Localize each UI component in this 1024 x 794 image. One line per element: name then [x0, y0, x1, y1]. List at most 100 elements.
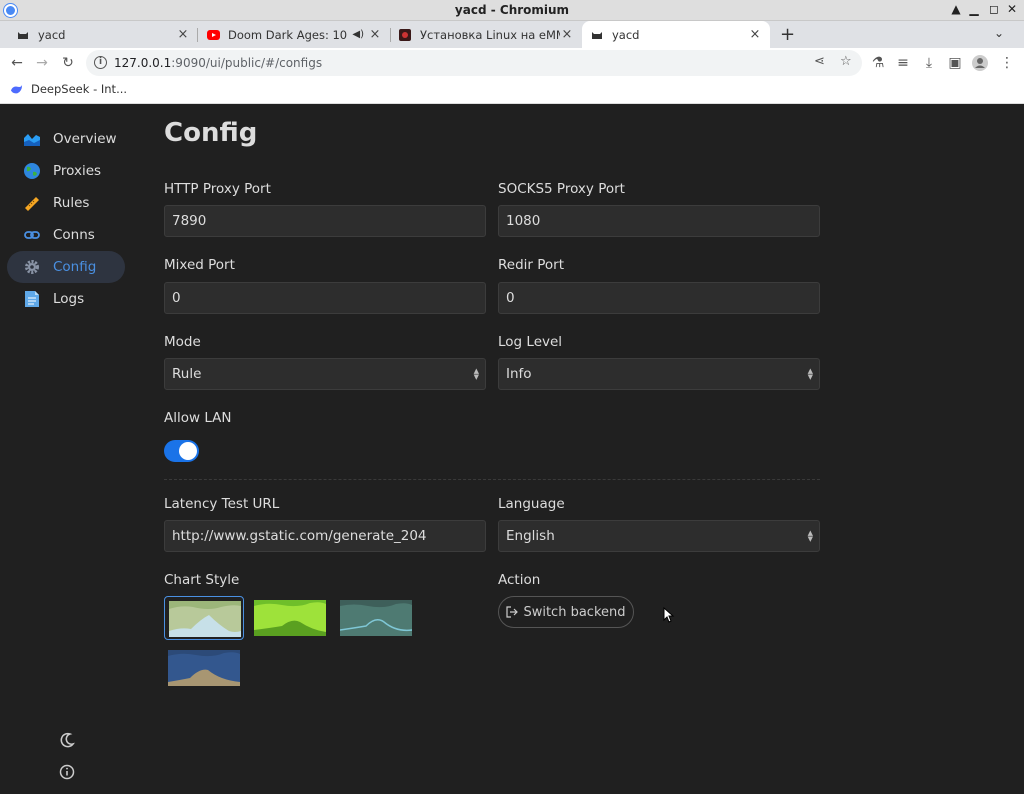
share-icon[interactable]: ⋖ [814, 54, 825, 69]
log-level-label: Log Level [498, 334, 563, 350]
mode-label: Mode [164, 334, 201, 350]
sidebar-item-label: Overview [53, 131, 117, 147]
select-updown-icon: ▲ ▼ [473, 367, 479, 381]
window-titlebar: yacd - Chromium ▲ ▁ ◻ ✕ [0, 0, 1024, 21]
sidebar-item-label: Config [53, 259, 97, 275]
sidebar-item-label: Conns [53, 227, 95, 243]
moon-theme-icon[interactable] [58, 731, 76, 749]
socks5-port-input[interactable]: 1080 [498, 205, 820, 237]
ruler-icon [23, 194, 41, 212]
bookmark-label: DeepSeek - Int... [31, 82, 128, 96]
mouse-cursor-icon [663, 607, 675, 623]
action-label: Action [498, 572, 541, 588]
chart-style-preview-icon [168, 650, 240, 686]
reload-icon[interactable]: ↻ [58, 53, 78, 73]
chart-style-preview-icon [169, 601, 241, 637]
side-panel-icon[interactable]: ▣ [945, 53, 965, 73]
logout-arrow-icon [506, 606, 519, 618]
http-port-label: HTTP Proxy Port [164, 181, 271, 197]
tab-label: Doom Dark Ages: 10 Th [228, 27, 348, 42]
sidebar-item-proxies[interactable]: Proxies [7, 155, 125, 187]
tab-doom[interactable]: Doom Dark Ages: 10 Th ◀) × [200, 21, 388, 48]
tab-linux-emmc[interactable]: Установка Linux на eMMC × [392, 21, 580, 48]
cat-favicon-icon [16, 28, 30, 42]
tab-separator [197, 28, 198, 42]
address-bar[interactable]: i 127.0.0.1:9090/ui/public/#/configs ⋖ ☆ [86, 50, 862, 76]
sidebar-item-config[interactable]: Config [7, 251, 125, 283]
audio-playing-icon[interactable]: ◀) [352, 29, 364, 40]
tab-search-chevron-icon[interactable]: ⌄ [994, 26, 1004, 40]
profile-avatar-icon[interactable] [970, 53, 990, 73]
section-divider [164, 479, 820, 480]
new-tab-icon[interactable]: + [780, 24, 795, 45]
download-icon[interactable]: ⤓ [919, 53, 939, 73]
tab-close-icon[interactable]: × [176, 27, 190, 42]
sidebar-item-conns[interactable]: Conns [7, 219, 125, 251]
window-close-icon[interactable]: ✕ [1004, 2, 1020, 16]
bookmark-star-icon[interactable]: ☆ [840, 54, 852, 69]
mixed-port-label: Mixed Port [164, 257, 235, 273]
tab-close-icon[interactable]: × [560, 27, 574, 42]
media-queue-icon[interactable]: ≡ [893, 53, 913, 73]
sidebar-item-label: Rules [53, 195, 90, 211]
tab-close-icon[interactable]: × [748, 27, 762, 42]
select-updown-icon: ▲ ▼ [807, 367, 813, 381]
chart-style-option-3[interactable] [336, 596, 416, 640]
allow-lan-label: Allow LAN [164, 410, 232, 426]
window-maximize-up-icon[interactable]: ▲ [948, 2, 964, 16]
language-select[interactable]: English ▲ ▼ [498, 520, 820, 552]
tab-strip: yacd × Doom Dark Ages: 10 Th ◀) × Устано… [0, 21, 1024, 48]
site-info-icon[interactable]: i [94, 56, 107, 69]
chart-style-preview-icon [340, 600, 412, 636]
chart-style-option-4[interactable] [164, 646, 244, 690]
labs-flask-icon[interactable]: ⚗ [868, 53, 888, 73]
switch-backend-button[interactable]: Switch backend [498, 596, 634, 628]
allow-lan-toggle[interactable] [164, 440, 199, 462]
back-arrow-icon[interactable]: ← [7, 53, 27, 73]
info-icon[interactable] [58, 763, 76, 781]
sidebar-item-label: Logs [53, 291, 85, 307]
latency-url-label: Latency Test URL [164, 496, 280, 512]
bookmark-deepseek[interactable]: DeepSeek - Int... [10, 82, 127, 96]
latency-url-input[interactable]: http://www.gstatic.com/generate_204 [164, 520, 486, 552]
youtube-favicon-icon [206, 28, 220, 42]
tab-label: yacd [612, 27, 640, 42]
yacd-app: Overview Proxies Rules Conns Config Logs… [0, 104, 1024, 794]
log-level-select-value: Info [506, 366, 532, 382]
chart-style-label: Chart Style [164, 572, 240, 588]
mixed-port-input[interactable]: 0 [164, 282, 486, 314]
tab-yacd-active[interactable]: yacd × [582, 21, 770, 48]
tab-yacd-1[interactable]: yacd × [10, 21, 196, 48]
chart-style-option-2[interactable] [250, 596, 330, 640]
window-minimize-icon[interactable]: ▁ [966, 2, 982, 16]
tab-close-icon[interactable]: × [368, 27, 382, 42]
gear-icon [23, 258, 41, 276]
chart-style-preview-icon [254, 600, 326, 636]
forward-arrow-icon[interactable]: → [32, 53, 52, 73]
redir-port-input[interactable]: 0 [498, 282, 820, 314]
deepseek-whale-icon [10, 84, 23, 93]
http-port-input[interactable]: 7890 [164, 205, 486, 237]
address-url[interactable]: 127.0.0.1:9090/ui/public/#/configs [114, 56, 322, 70]
globe-icon [23, 162, 41, 180]
mode-select[interactable]: Rule ▲ ▼ [164, 358, 486, 390]
sidebar-item-overview[interactable]: Overview [7, 123, 125, 155]
sidebar-item-logs[interactable]: Logs [7, 283, 125, 315]
window-restore-icon[interactable]: ◻ [986, 2, 1002, 16]
document-icon [23, 290, 41, 308]
bookmarks-bar: DeepSeek - Int... [0, 78, 1024, 104]
chart-style-option-1[interactable] [164, 596, 244, 640]
tab-label: Установка Linux на eMMC [420, 27, 560, 42]
tab-label: yacd [38, 27, 66, 42]
sidebar: Overview Proxies Rules Conns Config Logs [0, 104, 140, 794]
switch-backend-label: Switch backend [523, 604, 626, 620]
language-label: Language [498, 496, 565, 512]
log-level-select[interactable]: Info ▲ ▼ [498, 358, 820, 390]
mode-select-value: Rule [172, 366, 202, 382]
browser-toolbar: ← → ↻ i 127.0.0.1:9090/ui/public/#/confi… [0, 48, 1024, 78]
select-updown-icon: ▲ ▼ [807, 529, 813, 543]
toggle-knob [179, 442, 197, 460]
page-title: Config [164, 118, 258, 148]
menu-kebab-icon[interactable]: ⋮ [997, 53, 1017, 73]
sidebar-item-rules[interactable]: Rules [7, 187, 125, 219]
